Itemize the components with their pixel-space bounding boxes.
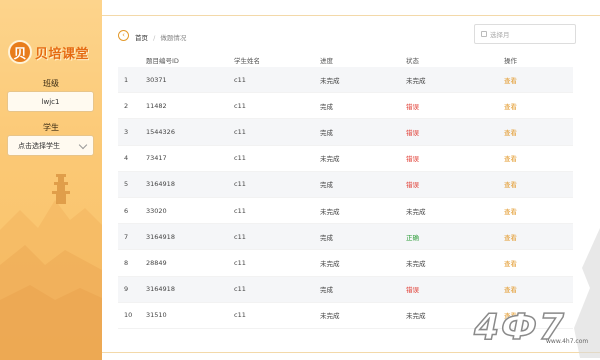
table-body: 1 30371 c11 未完成 未完成 查看 2 11482 c11 完成 错误 查看 3 1544326… bbox=[118, 67, 573, 329]
month-picker-placeholder: 选择月 bbox=[490, 31, 510, 39]
logo-text: 贝培课堂 bbox=[35, 46, 90, 62]
table-row: 7 3164918 c11 完成 正确 查看 bbox=[118, 224, 573, 251]
row-question-id: 11482 bbox=[146, 101, 167, 110]
col-name-header: 学生姓名 bbox=[234, 56, 260, 65]
view-button[interactable]: 查看 bbox=[504, 153, 573, 163]
logo: 贝 贝培课堂 bbox=[8, 38, 98, 66]
row-status: 未完成 bbox=[406, 207, 426, 216]
col-id-header: 题目编号ID bbox=[146, 56, 179, 65]
table-row: 6 33020 c11 未完成 未完成 查看 bbox=[118, 198, 573, 225]
row-student-name: c11 bbox=[234, 154, 246, 163]
col-action-header: 操作 bbox=[504, 56, 517, 65]
row-progress: 完成 bbox=[320, 286, 333, 295]
row-status: 错误 bbox=[406, 286, 419, 295]
row-progress: 未完成 bbox=[320, 259, 340, 268]
view-button[interactable]: 查看 bbox=[504, 127, 573, 137]
row-question-id: 73417 bbox=[146, 154, 167, 163]
logo-badge-icon: 贝 bbox=[8, 40, 32, 64]
col-progress-header: 进度 bbox=[320, 56, 333, 65]
breadcrumb-home[interactable]: 首页 bbox=[135, 34, 148, 42]
row-question-id: 3164918 bbox=[146, 232, 175, 241]
class-value: lwjc1 bbox=[41, 97, 60, 106]
view-button[interactable]: 查看 bbox=[504, 206, 573, 216]
exercise-table: 题目编号ID 学生姓名 进度 状态 操作 1 30371 c11 未完成 未完成 查看 2 1… bbox=[118, 52, 573, 329]
row-progress: 完成 bbox=[320, 102, 333, 111]
row-progress: 完成 bbox=[320, 233, 333, 242]
breadcrumb: 首页 / 做题情况 bbox=[135, 32, 186, 42]
row-index: 2 bbox=[124, 101, 129, 110]
row-progress: 未完成 bbox=[320, 155, 340, 164]
row-question-id: 3164918 bbox=[146, 180, 175, 189]
row-student-name: c11 bbox=[234, 180, 246, 189]
row-student-name: c11 bbox=[234, 285, 246, 294]
row-index: 9 bbox=[124, 285, 129, 294]
row-index: 10 bbox=[124, 311, 133, 320]
row-student-name: c11 bbox=[234, 75, 246, 84]
row-question-id: 30371 bbox=[146, 75, 167, 84]
table-row: 2 11482 c11 完成 错误 查看 bbox=[118, 93, 573, 120]
row-progress: 完成 bbox=[320, 128, 333, 137]
row-student-name: c11 bbox=[234, 127, 246, 136]
class-field[interactable]: lwjc1 bbox=[7, 91, 94, 112]
col-status-header: 状态 bbox=[406, 56, 419, 65]
row-question-id: 28849 bbox=[146, 258, 167, 267]
row-question-id: 1544326 bbox=[146, 127, 175, 136]
breadcrumb-current: 做题情况 bbox=[160, 34, 187, 42]
row-status: 正确 bbox=[406, 233, 419, 242]
table-row: 1 30371 c11 未完成 未完成 查看 bbox=[118, 67, 573, 94]
row-index: 3 bbox=[124, 127, 129, 136]
row-student-name: c11 bbox=[234, 206, 246, 215]
row-status: 未完成 bbox=[406, 76, 426, 85]
row-question-id: 33020 bbox=[146, 206, 167, 215]
row-index: 1 bbox=[124, 75, 129, 84]
row-progress: 完成 bbox=[320, 181, 333, 190]
breadcrumb-separator: / bbox=[153, 34, 156, 42]
row-status: 错误 bbox=[406, 128, 419, 137]
month-picker-input[interactable]: 选择月 bbox=[474, 24, 576, 44]
calendar-icon bbox=[481, 31, 487, 37]
row-student-name: c11 bbox=[234, 101, 246, 110]
table-row: 8 28849 c11 未完成 未完成 查看 bbox=[118, 250, 573, 277]
table-header: 题目编号ID 学生姓名 进度 状态 操作 bbox=[118, 52, 573, 67]
table-row: 9 3164918 c11 完成 错误 查看 bbox=[118, 276, 573, 303]
chevron-down-icon bbox=[78, 140, 88, 150]
bottom-divider bbox=[102, 352, 600, 353]
table-row: 4 73417 c11 未完成 错误 查看 bbox=[118, 146, 573, 172]
student-select[interactable]: 点击选择学生 bbox=[7, 135, 94, 156]
row-student-name: c11 bbox=[234, 311, 246, 320]
view-button[interactable]: 查看 bbox=[504, 232, 573, 242]
view-button[interactable]: 查看 bbox=[504, 101, 573, 111]
view-button[interactable]: 查看 bbox=[504, 258, 573, 268]
row-student-name: c11 bbox=[234, 232, 246, 241]
back-arrow-icon[interactable]: ‹ bbox=[118, 30, 129, 41]
row-status: 未完成 bbox=[406, 259, 426, 268]
view-button[interactable]: 查看 bbox=[504, 284, 573, 294]
row-index: 6 bbox=[124, 206, 129, 215]
row-status: 错误 bbox=[406, 155, 419, 164]
mountain-illustration bbox=[0, 174, 102, 360]
top-divider bbox=[102, 15, 600, 16]
table-row: 3 1544326 c11 完成 错误 查看 bbox=[118, 119, 573, 146]
student-select-placeholder: 点击选择学生 bbox=[18, 141, 60, 150]
row-status: 错误 bbox=[406, 102, 419, 111]
row-progress: 未完成 bbox=[320, 207, 340, 216]
class-label: 班级 bbox=[43, 79, 59, 88]
row-index: 7 bbox=[124, 232, 129, 241]
table-row: 5 3164918 c11 完成 错误 查看 bbox=[118, 171, 573, 198]
view-button[interactable]: 查看 bbox=[504, 75, 573, 85]
row-index: 5 bbox=[124, 180, 129, 189]
row-index: 8 bbox=[124, 258, 129, 267]
row-index: 4 bbox=[124, 154, 129, 163]
sidebar: 贝 贝培课堂 班级 lwjc1 学生 点击选择学生 bbox=[0, 0, 102, 360]
watermark-url: www.4h7.com bbox=[546, 338, 589, 345]
row-progress: 未完成 bbox=[320, 76, 340, 85]
row-question-id: 3164918 bbox=[146, 285, 175, 294]
student-label: 学生 bbox=[43, 123, 59, 132]
row-status: 错误 bbox=[406, 181, 419, 190]
row-student-name: c11 bbox=[234, 258, 246, 267]
row-progress: 未完成 bbox=[320, 312, 340, 321]
row-question-id: 31510 bbox=[146, 311, 167, 320]
view-button[interactable]: 查看 bbox=[504, 179, 573, 189]
